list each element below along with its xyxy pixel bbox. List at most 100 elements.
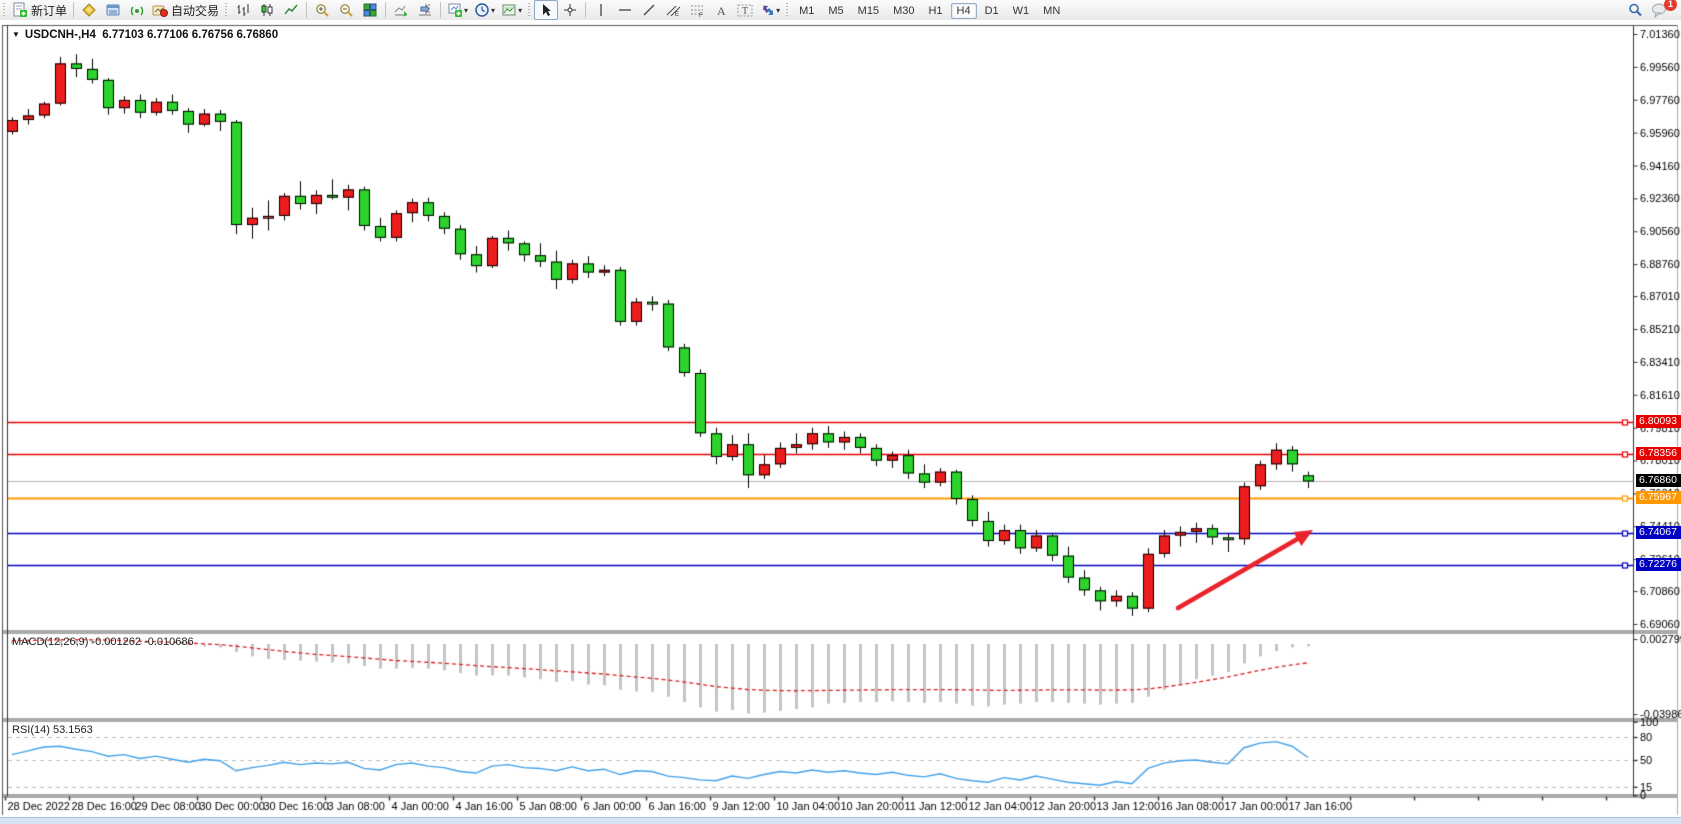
notification-badge: 1 — [1664, 0, 1677, 11]
macd-indicator-label: MACD(12,26,9) -0.001262 -0.010686 — [12, 636, 194, 648]
navigator-icon — [105, 2, 121, 18]
symbol-dropdown-icon[interactable]: ▼ — [12, 30, 20, 39]
text-label-icon: T — [737, 3, 753, 17]
dropdown-arrow-icon: ▾ — [464, 6, 468, 15]
template-icon — [501, 2, 517, 18]
hline-price-badge[interactable]: 6.78356 — [1636, 447, 1681, 460]
chart-window: ▼ USDCNH-,H4 6.77103 6.77106 6.76756 6.76… — [0, 20, 1681, 824]
text-icon: A — [714, 3, 728, 17]
text-label-tool-button[interactable]: T — [733, 0, 757, 20]
tile-windows-button[interactable] — [358, 0, 382, 20]
candlestick-button[interactable] — [255, 0, 279, 20]
svg-text:F: F — [699, 13, 703, 17]
autotrading-icon — [152, 2, 168, 18]
trendline-tool-button[interactable] — [637, 0, 661, 20]
autotrading-label: 自动交易 — [171, 2, 219, 19]
toolbar-grip[interactable] — [785, 3, 790, 17]
crosshair-tool-button[interactable] — [558, 0, 582, 20]
fibonacci-tool-button[interactable]: F — [685, 0, 709, 20]
main-toolbar: 新订单 自动交易 ▾ ▾ ▾ E F A T ▾ — [0, 0, 1681, 21]
timeframe-button-W1[interactable]: W1 — [1007, 3, 1036, 19]
toolbar-grip[interactable] — [2, 3, 7, 17]
vertical-line-icon — [595, 3, 607, 17]
horizontal-line-tool-button[interactable] — [613, 0, 637, 20]
arrows-tool-button[interactable]: ▾ — [757, 0, 783, 20]
candlestick-icon — [259, 2, 275, 18]
vertical-line-tool-button[interactable] — [589, 0, 613, 20]
trendline-icon — [642, 3, 656, 17]
dropdown-arrow-icon: ▾ — [518, 6, 522, 15]
horizontal-line-icon — [618, 3, 632, 17]
zoom-out-icon — [338, 2, 354, 18]
current-price-badge: 6.76860 — [1636, 474, 1681, 487]
svg-text:T: T — [742, 6, 748, 17]
svg-text:E: E — [675, 12, 679, 17]
timeframe-button-M30[interactable]: M30 — [887, 3, 920, 19]
crosshair-icon — [563, 3, 577, 17]
signals-button[interactable] — [125, 0, 149, 20]
timeframe-button-H1[interactable]: H1 — [922, 3, 948, 19]
separator — [440, 2, 441, 18]
status-strip — [0, 817, 1681, 824]
fibonacci-icon: F — [690, 3, 705, 17]
symbol-label: USDCNH-,H4 — [25, 29, 96, 41]
zoom-in-icon — [314, 2, 330, 18]
notifications-button[interactable]: 1 — [1647, 0, 1671, 20]
separator — [306, 2, 307, 18]
autotrading-button[interactable]: 自动交易 — [149, 0, 222, 20]
periods-button[interactable]: ▾ — [471, 0, 498, 20]
timeframe-button-M5[interactable]: M5 — [822, 3, 849, 19]
metaeditor-button[interactable] — [77, 0, 101, 20]
cursor-icon — [539, 3, 553, 17]
navigator-button[interactable] — [101, 0, 125, 20]
shift-chart-button[interactable] — [413, 0, 437, 20]
new-order-label: 新订单 — [31, 2, 67, 19]
timeframe-button-H4[interactable]: H4 — [951, 3, 977, 19]
chart-title: ▼ USDCNH-,H4 6.77103 6.77106 6.76756 6.76… — [12, 29, 278, 41]
cursor-tool-button[interactable] — [534, 0, 558, 20]
timeframe-button-MN[interactable]: MN — [1037, 3, 1066, 19]
arrows-icon — [760, 3, 775, 17]
new-order-button[interactable]: 新订单 — [9, 0, 70, 20]
toolbar-grip[interactable] — [527, 3, 532, 17]
equidistant-channel-icon: E — [666, 3, 681, 17]
separator — [585, 2, 586, 18]
zoom-in-button[interactable] — [310, 0, 334, 20]
auto-scroll-button[interactable] — [389, 0, 413, 20]
bar-chart-button[interactable] — [231, 0, 255, 20]
hline-price-badge[interactable]: 6.74067 — [1636, 526, 1681, 539]
ohlc-values: 6.77103 6.77106 6.76756 6.76860 — [102, 29, 278, 41]
auto-scroll-icon — [393, 2, 409, 18]
rsi-indicator-label: RSI(14) 53.1563 — [12, 724, 93, 736]
metaeditor-icon — [81, 2, 97, 18]
shift-chart-icon — [417, 2, 433, 18]
hline-price-badge[interactable]: 6.72276 — [1636, 558, 1681, 571]
hline-price-badge[interactable]: 6.80093 — [1636, 415, 1681, 428]
tile-windows-icon — [362, 2, 378, 18]
line-chart-button[interactable] — [279, 0, 303, 20]
new-chart-icon — [447, 2, 463, 18]
timeframe-button-M1[interactable]: M1 — [793, 3, 820, 19]
search-icon — [1627, 2, 1643, 18]
signals-icon — [129, 2, 145, 18]
new-order-icon — [12, 2, 28, 18]
text-tool-button[interactable]: A — [709, 0, 733, 20]
hline-price-badge[interactable]: 6.75967 — [1636, 491, 1681, 504]
zoom-out-button[interactable] — [334, 0, 358, 20]
channel-tool-button[interactable]: E — [661, 0, 685, 20]
timeframe-button-M15[interactable]: M15 — [852, 3, 885, 19]
templates-button[interactable]: ▾ — [498, 0, 525, 20]
bar-chart-icon — [235, 2, 251, 18]
separator — [385, 2, 386, 18]
price-chart-canvas[interactable] — [0, 20, 1681, 824]
timeframe-button-D1[interactable]: D1 — [979, 3, 1005, 19]
line-chart-icon — [283, 2, 299, 18]
search-button[interactable] — [1623, 0, 1647, 20]
trading-app-window: 新订单 自动交易 ▾ ▾ ▾ E F A T ▾ — [0, 0, 1681, 824]
dropdown-arrow-icon: ▾ — [491, 6, 495, 15]
dropdown-arrow-icon: ▾ — [776, 6, 780, 15]
svg-text:A: A — [717, 4, 726, 17]
new-chart-button[interactable]: ▾ — [444, 0, 471, 20]
timeframe-buttons: M1M5M15M30H1H4D1W1MN — [792, 3, 1067, 17]
toolbar-grip[interactable] — [224, 3, 229, 17]
